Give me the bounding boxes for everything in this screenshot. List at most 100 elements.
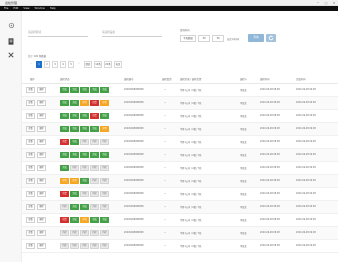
prev-page-button[interactable]: ‹ xyxy=(28,61,34,68)
inspection-area: 华夏1公司 / 2楼 / 3区 xyxy=(180,219,202,222)
table-row[interactable]: 查看 删除 告警 完成 待检 待检 待检 20200908080808— 华夏1公司 / 2楼 … xyxy=(22,188,338,201)
view-button[interactable]: 查看 xyxy=(26,152,35,158)
delete-button[interactable]: 删除 xyxy=(37,191,46,197)
delete-button[interactable]: 删除 xyxy=(37,230,46,236)
menu-item-help[interactable]: Help xyxy=(50,7,56,10)
delete-button[interactable]: 删除 xyxy=(37,139,46,145)
menu-item-window[interactable]: Window xyxy=(35,7,45,10)
view-button[interactable]: 查看 xyxy=(26,165,35,171)
page-size-10[interactable]: 10条 xyxy=(94,61,102,68)
view-button[interactable]: 查看 xyxy=(26,100,35,106)
inspector: 李某某 xyxy=(240,245,247,248)
view-button[interactable]: 查看 xyxy=(26,126,35,132)
device-select-field[interactable]: 请选择设备 xyxy=(102,29,162,37)
document-list-icon[interactable] xyxy=(7,37,15,45)
next-page-button[interactable]: › xyxy=(76,61,82,68)
inspect-time: 2020-09-08 08:08 xyxy=(260,179,280,182)
column-header-inspect-time: 巡检时间 xyxy=(260,78,270,81)
settings-gear-icon[interactable] xyxy=(7,21,15,29)
finish-time: 2020-09-08 09:08 xyxy=(296,114,316,117)
date-preset-select[interactable]: 今天数据 xyxy=(180,35,196,42)
status-badge: 告警 xyxy=(60,139,69,145)
table-row[interactable]: 查看 删除 完成 完成 完成 完成 异常 20200908080808— 华夏1公司 / 2楼 … xyxy=(22,123,338,136)
table-row[interactable]: 查看 删除 待检 完成 完成 待检 待检 20200908080808— 华夏1公司 / 2楼 … xyxy=(22,201,338,214)
page-size-20[interactable]: 20条 xyxy=(104,61,112,68)
table-row[interactable]: 查看 删除 完成 完成 完成 完成 完成 20200908080808— 华夏1公司 / 2楼 … xyxy=(22,149,338,162)
status-badge: 完成 xyxy=(100,152,109,158)
view-button[interactable]: 查看 xyxy=(26,243,35,249)
column-header-type: 巡检类型 xyxy=(162,78,172,81)
window-title: 巡检管理 xyxy=(5,1,18,5)
table-row[interactable]: 查看 删除 完成 完成 异常 告警 异常 20200908080808— 华夏1公司 / 2楼 … xyxy=(22,97,338,110)
status-badge: 完成 xyxy=(60,113,69,119)
inspection-code: 20200908080808 xyxy=(124,218,144,221)
delete-button[interactable]: 删除 xyxy=(37,217,46,223)
delete-button[interactable]: 删除 xyxy=(37,152,46,158)
area-select-placeholder: 请选择区域 xyxy=(28,31,41,34)
page-button-5[interactable]: 5 xyxy=(68,61,74,68)
inspector: 李某某 xyxy=(240,141,247,144)
inspection-code: 20200908080808 xyxy=(124,166,144,169)
search-button[interactable]: 查询 xyxy=(248,34,264,42)
status-badge: 待检 xyxy=(100,204,109,210)
menu-item-edit[interactable]: Edit xyxy=(13,7,18,10)
page-button-3[interactable]: 3 xyxy=(52,61,58,68)
status-badge: 待检 xyxy=(100,230,109,236)
inspection-type: — xyxy=(164,153,167,156)
inspector: 李某某 xyxy=(240,167,247,170)
table-row[interactable]: 查看 删除 待检 待检 待检 待检 待检 20200908080808— 华夏1公司 / 2楼 … xyxy=(22,240,338,253)
page-button-1[interactable]: 1 xyxy=(36,61,42,68)
table-row[interactable]: 查看 删除 完成 完成 完成 完成 完成 20200908080808— 华夏1公司 / 2楼 … xyxy=(22,84,338,97)
status-chips: 完成 完成 异常 告警 异常 xyxy=(60,100,109,106)
delete-button[interactable]: 删除 xyxy=(37,204,46,210)
inspector: 李某某 xyxy=(240,193,247,196)
inspection-area: 华夏1公司 / 2楼 / 3区 xyxy=(180,102,202,105)
menu-item-view[interactable]: View xyxy=(23,7,29,10)
status-badge: 完成 xyxy=(90,87,99,93)
status-badge: 完成 xyxy=(70,113,79,119)
inspection-type: — xyxy=(164,218,167,221)
page-button-2[interactable]: 2 xyxy=(44,61,50,68)
delete-button[interactable]: 删除 xyxy=(37,178,46,184)
inspect-time: 2020-09-08 08:08 xyxy=(260,192,280,195)
table-row[interactable]: 查看 删除 异常 异常 完成 待检 待检 20200908080808— 华夏1公司 / 2楼 … xyxy=(22,175,338,188)
inspect-time: 2020-09-08 08:08 xyxy=(260,231,280,234)
status-badge: 完成 xyxy=(70,100,79,106)
view-button[interactable]: 查看 xyxy=(26,191,35,197)
view-button[interactable]: 查看 xyxy=(26,217,35,223)
delete-button[interactable]: 删除 xyxy=(37,126,46,132)
status-badge: 待检 xyxy=(60,204,69,210)
view-button[interactable]: 查看 xyxy=(26,178,35,184)
area-select-field[interactable]: 请选择区域 xyxy=(28,29,88,37)
inspect-time: 2020-09-08 08:08 xyxy=(260,166,280,169)
view-button[interactable]: 查看 xyxy=(26,87,35,93)
status-badge: 异常 xyxy=(70,178,79,184)
menu-item-file[interactable]: File xyxy=(4,7,8,10)
inspection-code: 20200908080808 xyxy=(124,127,144,130)
close-x-icon[interactable] xyxy=(7,51,15,59)
delete-button[interactable]: 删除 xyxy=(37,165,46,171)
view-button[interactable]: 查看 xyxy=(26,230,35,236)
table-row[interactable]: 查看 删除 告警 完成 待检 待检 待检 20200908080808— 华夏1公司 / 2楼 … xyxy=(22,136,338,149)
table-row[interactable]: 查看 删除 完成 完成 完成 告警 完成 20200908080808— 华夏1公司 / 2楼 … xyxy=(22,110,338,123)
view-button[interactable]: 查看 xyxy=(26,113,35,119)
column-header-code: 巡检编号 xyxy=(124,78,134,81)
page-jump-button[interactable]: 跳转 xyxy=(84,61,92,68)
page-button-4[interactable]: 4 xyxy=(60,61,66,68)
table-row[interactable]: 查看 删除 告警 完成 异常 完成 完成 20200908080808— 华夏1公司 / 2楼 … xyxy=(22,214,338,227)
delete-button[interactable]: 删除 xyxy=(37,243,46,249)
view-button[interactable]: 查看 xyxy=(26,204,35,210)
inspection-type: — xyxy=(164,166,167,169)
table-row[interactable]: 查看 删除 待检 待检 待检 待检 待检 20200908080808— 华夏1公司 / 2楼 … xyxy=(22,227,338,240)
start-number-input[interactable]: 30 xyxy=(198,35,210,42)
delete-button[interactable]: 删除 xyxy=(37,113,46,119)
end-number-input[interactable]: 30 xyxy=(212,35,224,42)
table-row[interactable]: 查看 删除 完成 待检 待检 待检 待检 20200908080808— 华夏1公司 / 2楼 … xyxy=(22,162,338,175)
view-button[interactable]: 查看 xyxy=(26,139,35,145)
finish-time: 2020-09-08 09:08 xyxy=(296,218,316,221)
refresh-button[interactable] xyxy=(266,34,276,42)
page-size-select[interactable]: 每页 xyxy=(114,61,122,68)
delete-button[interactable]: 删除 xyxy=(37,87,46,93)
delete-button[interactable]: 删除 xyxy=(37,100,46,106)
inspector: 李某某 xyxy=(240,154,247,157)
